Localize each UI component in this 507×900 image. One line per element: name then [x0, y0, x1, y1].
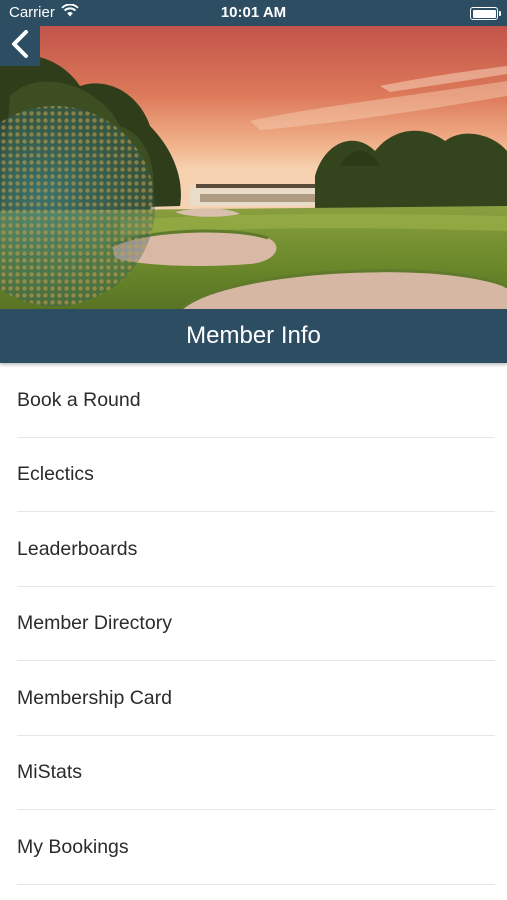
menu-item-label: Member Directory [17, 612, 172, 635]
chevron-left-icon [9, 29, 31, 64]
menu-item-label: Eclectics [17, 463, 94, 486]
status-bar: Carrier 10:01 AM [0, 0, 507, 26]
clock-time: 10:01 AM [220, 4, 287, 21]
app-screen: Carrier 10:01 AM Member Info Book a Roun… [0, 0, 507, 900]
menu-item-book-a-round[interactable]: Book a Round [0, 363, 507, 438]
menu-item-my-bookings[interactable]: My Bookings [0, 810, 507, 885]
menu-item-member-directory[interactable]: Member Directory [0, 587, 507, 662]
menu-item-mistats[interactable]: MiStats [0, 736, 507, 811]
menu-item-label: My Bookings [17, 835, 129, 858]
golf-course-hero-image [0, 26, 507, 310]
menu-item-label: MiStats [17, 761, 83, 784]
menu-item-label: Leaderboards [17, 537, 138, 560]
menu-item-eclectics[interactable]: Eclectics [0, 438, 507, 513]
back-button[interactable] [0, 26, 40, 66]
menu-item-label: Book a Round [17, 388, 141, 411]
member-menu-list: Book a Round Eclectics Leaderboards Memb… [0, 363, 507, 885]
page-title-bar: Member Info [0, 309, 507, 363]
page-title: Member Info [186, 322, 321, 349]
menu-item-label: Membership Card [17, 686, 172, 709]
menu-item-membership-card[interactable]: Membership Card [0, 661, 507, 736]
battery-full-icon [470, 7, 501, 20]
menu-item-leaderboards[interactable]: Leaderboards [0, 512, 507, 587]
